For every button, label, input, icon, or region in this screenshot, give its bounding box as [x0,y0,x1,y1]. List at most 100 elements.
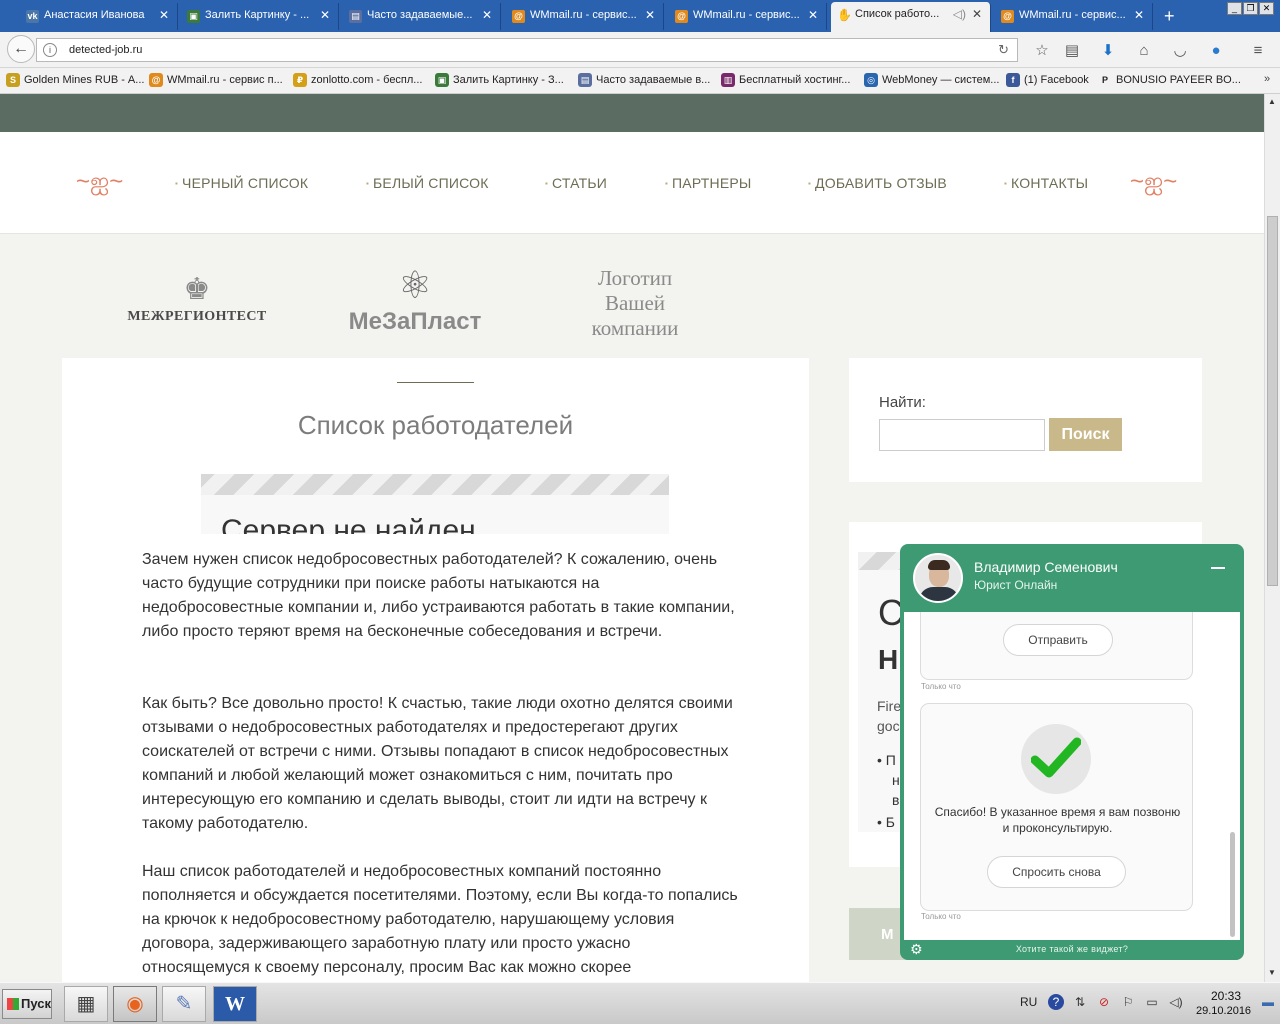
bookmark-item[interactable]: @ WMmail.ru - сервис п... [149,73,283,87]
bookmarks-overflow-icon[interactable]: » [1264,73,1270,85]
home-icon[interactable]: ⌂ [1134,41,1154,61]
bookmark-item[interactable]: ▣ Залить Картинку - З... [435,73,564,87]
avatar-suit [919,587,959,601]
address-bar[interactable]: i detected-job.ru ↻ [36,38,1018,62]
partner-logo-placeholder[interactable]: Логотип Вашей компании [560,266,710,341]
tab-close-icon[interactable]: ✕ [808,8,818,22]
firefox-icon[interactable]: ◉ [113,986,157,1022]
sidebar-fragment: • П [877,752,896,768]
help-icon[interactable]: ? [1048,994,1064,1010]
tab-close-icon[interactable]: ✕ [320,8,330,22]
clock-time[interactable]: 20:33 [1211,989,1241,1003]
bookmark-item[interactable]: ◎ WebMoney — систем... [864,73,1000,87]
url-text[interactable]: detected-job.ru [69,44,142,56]
nav-item-add-review[interactable]: ДОБАВИТЬ ОТЗЫВ [808,175,947,191]
start-button[interactable]: Пуск [2,989,52,1019]
document-icon[interactable]: ▦ [64,986,108,1022]
tab-close-icon[interactable]: ✕ [972,7,982,21]
scroll-up-icon[interactable]: ▲ [1268,97,1276,106]
security-icon[interactable]: ⚐ [1120,994,1136,1010]
page-title: Список работодателей [297,410,574,440]
browser-tab[interactable]: ▣ Залить Картинку - ... ✕ [181,3,339,30]
sidebar-fragment: • Б [877,814,895,830]
reading-list-icon[interactable]: ▤ [1062,41,1082,61]
bookmark-item[interactable]: P BONUSIO PAYEER BO... [1098,74,1241,86]
clock-date[interactable]: 29.10.2016 [1196,1005,1251,1017]
taskbar: Пуск ▦ ◉ ✎ W RU ? ⇅ ⊘ ⚐ ▭ ◁) 20:33 29.10… [0,982,1280,1024]
bookmark-item[interactable]: S Golden Mines RUB - А... [6,73,144,87]
nav-item-articles[interactable]: СТАТЬИ [545,175,607,191]
nav-item-whitelist[interactable]: БЕЛЫЙ СПИСОК [366,175,489,191]
hamburger-menu-icon[interactable]: ≡ [1248,41,1268,61]
windows-logo-icon [7,998,19,1010]
facebook-icon: f [1006,73,1020,87]
extension-icon[interactable]: ● [1206,41,1226,61]
nav-item-blacklist[interactable]: ЧЕРНЫЙ СПИСОК [175,175,308,191]
search-label: Найти: [879,394,926,411]
search-input[interactable] [879,419,1045,451]
partner-logo-mezhregiontest[interactable]: ♚ МЕЖРЕГИОНТЕСТ [124,272,270,325]
browser-tab[interactable]: @ WMmail.ru - сервис... ✕ [506,3,664,30]
antivirus-icon[interactable]: ⊘ [1096,994,1112,1010]
word-icon[interactable]: W [213,986,257,1022]
bookmarks-bar: S Golden Mines RUB - А... @ WMmail.ru - се… [0,68,1280,94]
start-label: Пуск [21,996,51,1011]
tab-title: Залить Картинку - ... [205,9,310,21]
chat-agent-role: Юрист Онлайн [974,578,1058,592]
bookmark-star-icon[interactable]: ☆ [1032,41,1052,61]
restore-window-icon[interactable]: ❐ [1243,2,1258,15]
partner-logo-mezaplast[interactable]: ⚛ МеЗаПласт [338,266,492,336]
hosting-icon: ▥ [721,73,735,87]
main-content: Список работодателей Сервер не найден За… [62,358,809,982]
image-host-icon: ▣ [435,73,449,87]
send-button[interactable]: Отправить [1003,624,1113,656]
tab-close-icon[interactable]: ✕ [159,8,169,22]
bookmark-item[interactable]: f (1) Facebook [1006,73,1089,87]
network-icon[interactable]: ⇅ [1072,994,1088,1010]
new-tab-icon[interactable]: + [1164,6,1175,27]
scroll-down-icon[interactable]: ▼ [1268,968,1276,977]
page-scrollbar[interactable]: ▲ ▼ [1264,94,1280,982]
tab-close-icon[interactable]: ✕ [482,8,492,22]
bookmark-label: WebMoney — систем... [882,74,1000,86]
reload-icon[interactable]: ↻ [998,42,1009,58]
browser-tab[interactable]: ▤ Часто задаваемые... ✕ [343,3,501,30]
browser-tab-active[interactable]: ✋ Список работо... ◁) ✕ [831,2,991,32]
tab-close-icon[interactable]: ✕ [1134,8,1144,22]
close-window-icon[interactable]: ✕ [1259,2,1274,15]
minimize-icon[interactable] [1210,558,1226,574]
language-indicator[interactable]: RU [1020,995,1037,1009]
volume-icon[interactable]: ◁) [1168,994,1184,1010]
back-arrow-icon[interactable]: ← [7,35,35,63]
nav-item-partners[interactable]: ПАРТНЕРЫ [665,175,752,191]
browser-tab[interactable]: vk Анастасия Иванова ✕ [20,3,178,30]
scrollbar-thumb[interactable] [1267,216,1278,586]
frame-stripes [201,474,669,495]
monitor-icon[interactable]: ▭ [1144,994,1160,1010]
bookmark-item[interactable]: ▥ Бесплатный хостинг... [721,73,850,87]
browser-tab[interactable]: @ WMmail.ru - сервис... ✕ [669,3,827,30]
show-desktop-icon[interactable]: ▬ [1260,994,1276,1010]
download-icon[interactable]: ⬇ [1098,41,1118,61]
atom-icon: ⚛ [397,265,433,307]
paint-icon[interactable]: ✎ [162,986,206,1022]
bookmark-label: zonlotto.com - беспл... [311,74,423,86]
bookmark-item[interactable]: ▤ Часто задаваемые в... [578,73,710,87]
gear-icon[interactable]: ⚙ [910,942,923,956]
payeer-icon: P [1101,75,1108,85]
avatar [913,553,963,603]
speaker-icon[interactable]: ◁) [953,7,966,21]
pocket-icon[interactable]: ◡ [1170,41,1190,61]
ask-again-button[interactable]: Спросить снова [987,856,1126,888]
chat-scrollbar[interactable] [1230,832,1235,937]
info-icon[interactable]: i [43,43,57,57]
search-button[interactable]: Поиск [1049,418,1122,451]
minimize-window-icon[interactable]: _ [1227,2,1242,15]
bookmark-item[interactable]: ₽ zonlotto.com - беспл... [293,73,423,87]
browser-tab[interactable]: @ WMmail.ru - сервис... ✕ [995,3,1153,30]
nav-item-contacts[interactable]: КОНТАКТЫ [1004,175,1088,191]
widget-promo-link[interactable]: Хотите такой же виджет? [900,944,1244,954]
tab-title: WMmail.ru - сервис... [693,9,800,21]
checkmark-icon [1031,737,1081,778]
tab-close-icon[interactable]: ✕ [645,8,655,22]
